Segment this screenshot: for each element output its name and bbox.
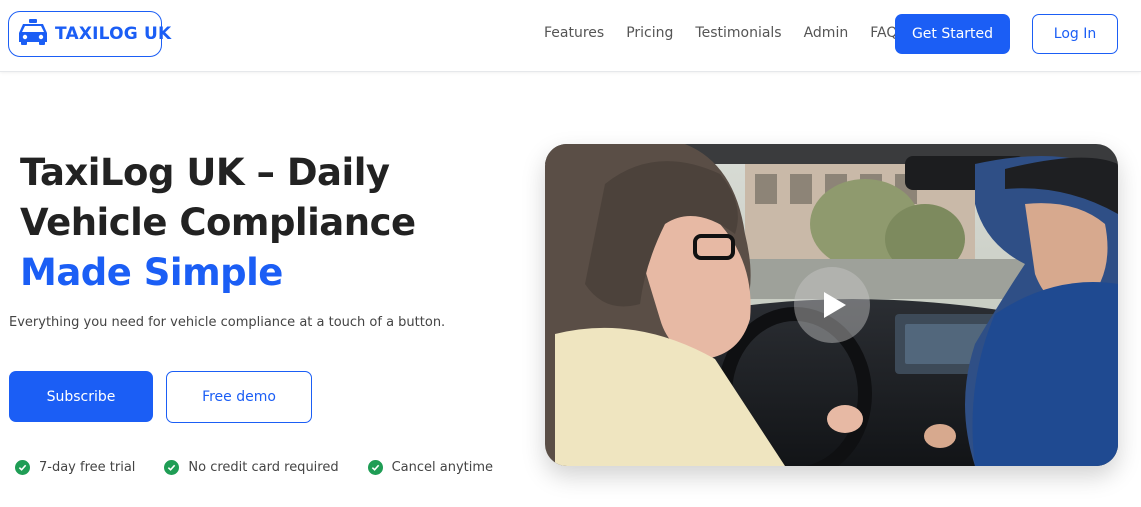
- hero-title-line1: TaxiLog UK – Daily: [20, 151, 390, 194]
- hero-title-line2: Vehicle Compliance: [20, 201, 416, 244]
- play-icon: [823, 292, 846, 318]
- get-started-button[interactable]: Get Started: [895, 14, 1010, 54]
- taxi-icon: [17, 18, 49, 50]
- play-button[interactable]: [794, 267, 870, 343]
- hero-title-highlight: Made Simple: [20, 251, 283, 294]
- hero-title: TaxiLog UK – Daily Vehicle Compliance Ma…: [20, 148, 500, 298]
- perks-list: 7-day free trial No credit card required…: [15, 460, 522, 475]
- check-circle-icon: [164, 460, 180, 475]
- perk-item: No credit card required: [164, 460, 339, 475]
- brand-logo[interactable]: TAXILOG UK: [8, 11, 171, 57]
- top-navbar: TAXILOG UK Features Pricing Testimonials…: [0, 0, 1141, 72]
- nav-menu: Features Pricing Testimonials Admin FAQ: [544, 25, 919, 41]
- perk-label: No credit card required: [188, 460, 339, 475]
- check-circle-icon: [367, 460, 383, 475]
- check-circle-icon: [15, 460, 30, 475]
- hero-video[interactable]: [545, 144, 1118, 466]
- perk-label: Cancel anytime: [391, 460, 494, 475]
- free-demo-button[interactable]: Free demo: [166, 371, 312, 423]
- perk-item: Cancel anytime: [367, 460, 494, 475]
- hero-subtitle: Everything you need for vehicle complian…: [9, 315, 446, 330]
- perk-item: 7-day free trial: [15, 460, 135, 475]
- perk-label: 7-day free trial: [39, 460, 136, 475]
- nav-link-features[interactable]: Features: [544, 25, 604, 41]
- subscribe-button[interactable]: Subscribe: [9, 371, 153, 422]
- nav-link-pricing[interactable]: Pricing: [626, 25, 673, 41]
- nav-link-faq[interactable]: FAQ: [870, 25, 897, 41]
- brand-name: TAXILOG UK: [55, 24, 172, 44]
- nav-link-admin[interactable]: Admin: [804, 25, 849, 41]
- nav-link-testimonials[interactable]: Testimonials: [695, 25, 781, 41]
- login-button[interactable]: Log In: [1032, 14, 1118, 54]
